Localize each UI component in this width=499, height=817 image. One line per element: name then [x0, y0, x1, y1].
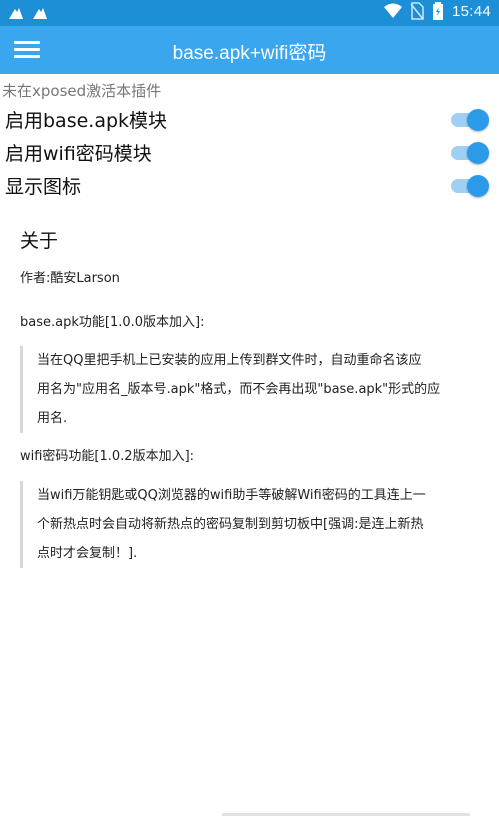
feature1-line: 用名. — [37, 411, 68, 426]
notification-icon — [33, 8, 47, 19]
wifi-password-toggle[interactable] — [451, 141, 489, 165]
app-title: base.apk+wifi密码 — [172, 43, 327, 64]
xposed-status-notice: 未在xposed激活本插件 — [2, 82, 162, 100]
toggle-thumb — [467, 142, 489, 164]
feature2-line: 点时才会复制！]. — [37, 546, 138, 561]
feature2-line: 个新热点时会自动将新热点的密码复制到剪切板中[强调:是连上新热 — [37, 517, 424, 532]
feature2-description: 当wifi万能钥匙或QQ浏览器的wifi助手等破解Wifi密码的工具连上一 个新… — [20, 481, 482, 568]
setting-label: 启用base.apk模块 — [5, 110, 168, 132]
about-heading: 关于 — [20, 230, 59, 252]
status-time: 15:44 — [451, 2, 491, 20]
feature1-line: 用名为"应用名_版本号.apk"格式，而不会再出现"base.apk"形式的应 — [37, 382, 441, 397]
status-bar-right: 15:44 — [383, 2, 491, 20]
home-indicator[interactable] — [222, 813, 470, 816]
app-bar: base.apk+wifi密码 — [0, 26, 499, 74]
show-icon-toggle[interactable] — [451, 174, 489, 198]
setting-row-show-icon[interactable]: 显示图标 — [0, 168, 499, 200]
wifi-icon — [383, 3, 402, 18]
feature2-line: 当wifi万能钥匙或QQ浏览器的wifi助手等破解Wifi密码的工具连上一 — [37, 488, 426, 503]
toggle-thumb — [467, 109, 489, 131]
setting-label: 启用wifi密码模块 — [5, 143, 152, 165]
setting-row-wifi-password[interactable]: 启用wifi密码模块 — [0, 135, 499, 167]
battery-icon — [432, 2, 443, 20]
feature1-title: base.apk功能[1.0.0版本加入]: — [20, 315, 205, 330]
setting-label: 显示图标 — [5, 176, 82, 198]
status-bar-left — [8, 4, 48, 22]
feature1-line: 当在QQ里把手机上已安装的应用上传到群文件时，自动重命名该应 — [37, 353, 422, 368]
feature1-description: 当在QQ里把手机上已安装的应用上传到群文件时，自动重命名该应 用名为"应用名_版… — [20, 346, 482, 433]
base-apk-toggle[interactable] — [451, 108, 489, 132]
no-sim-icon — [410, 2, 424, 20]
author-text: 作者:酷安Larson — [20, 271, 120, 286]
feature2-title: wifi密码功能[1.0.2版本加入]: — [20, 449, 195, 464]
setting-row-base-apk[interactable]: 启用base.apk模块 — [0, 102, 499, 134]
notification-icon — [9, 8, 23, 19]
status-bar: 15:44 — [0, 0, 499, 26]
toggle-thumb — [467, 175, 489, 197]
